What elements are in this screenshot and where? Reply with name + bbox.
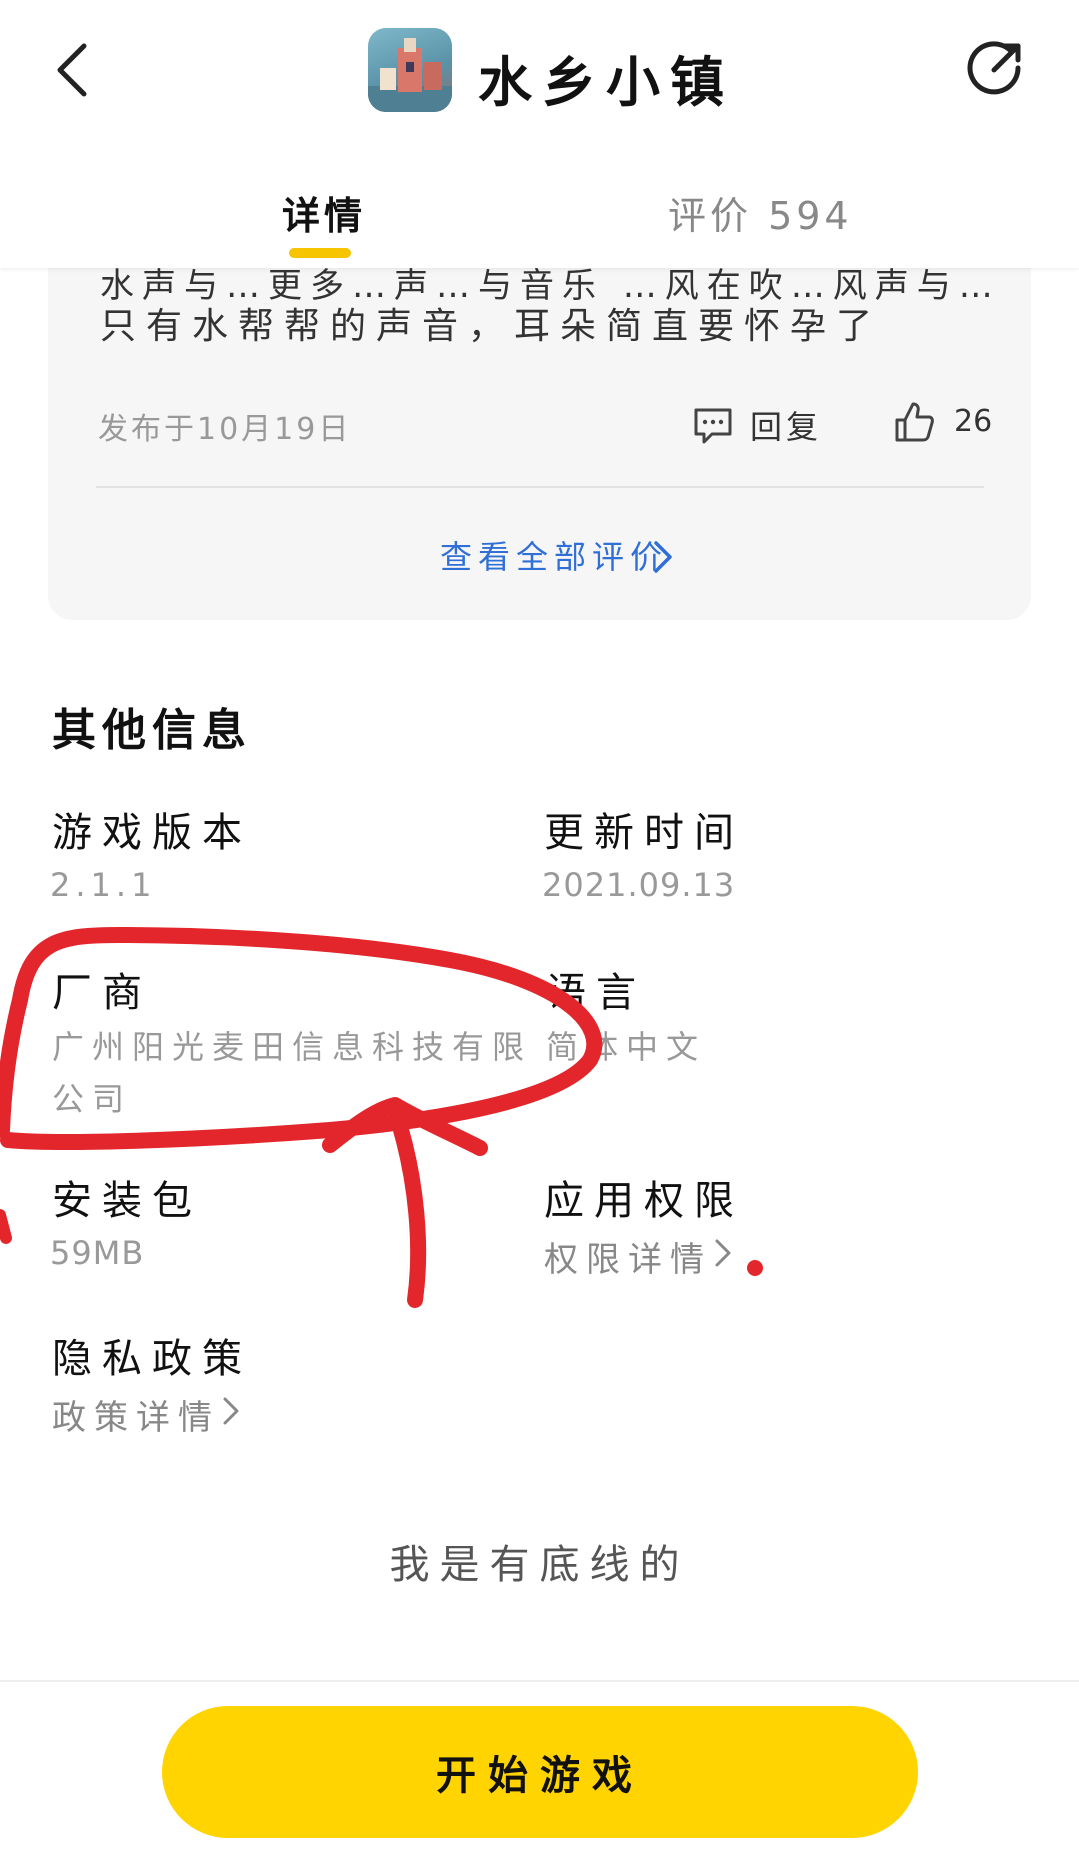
chevron-right-icon[interactable] xyxy=(652,539,674,575)
package-value: 59MB xyxy=(50,1234,145,1272)
privacy-policy-link[interactable]: 政策详情 xyxy=(52,1390,220,1439)
end-of-list-text: 我是有底线的 xyxy=(389,1542,690,1588)
reply-button[interactable]: 回复 xyxy=(750,402,822,448)
app-title: 水乡小镇 xyxy=(478,50,734,114)
view-all-reviews-link[interactable]: 查看全部评价 xyxy=(440,532,668,578)
app-header: 水乡小镇 详情 评价 594 xyxy=(0,0,1079,268)
back-chevron-icon[interactable] xyxy=(52,40,92,100)
tab-active-indicator xyxy=(289,248,351,258)
review-text: 只有水帮帮的声音，耳朵简直要怀孕了 xyxy=(100,306,883,347)
thumbs-up-icon[interactable] xyxy=(893,400,935,444)
chevron-right-icon[interactable] xyxy=(714,1238,732,1268)
privacy-policy-label: 隐私政策 xyxy=(52,1336,252,1382)
language-value: 简体中文 xyxy=(546,1028,707,1066)
tab-details[interactable]: 详情 xyxy=(282,185,366,240)
chevron-right-icon[interactable] xyxy=(222,1396,240,1426)
app-icon xyxy=(368,28,452,112)
vendor-value-line1: 广州阳光麦田信息科技有限 xyxy=(52,1028,533,1066)
card-divider xyxy=(96,486,984,488)
language-label: 语言 xyxy=(546,970,646,1016)
review-date: 发布于10月19日 xyxy=(98,412,352,447)
vendor-value-line2: 公司 xyxy=(52,1080,133,1118)
like-count[interactable]: 26 xyxy=(954,404,992,439)
game-version-label: 游戏版本 xyxy=(52,810,252,856)
permissions-details-link[interactable]: 权限详情 xyxy=(544,1232,712,1281)
share-icon[interactable] xyxy=(966,38,1026,98)
section-title-other-info: 其他信息 xyxy=(52,705,252,756)
comment-icon[interactable] xyxy=(692,406,734,446)
update-time-value: 2021.09.13 xyxy=(542,866,736,904)
update-time-label: 更新时间 xyxy=(544,810,744,856)
package-label: 安装包 xyxy=(52,1178,202,1224)
game-version-value: 2.1.1 xyxy=(50,866,157,904)
tab-reviews[interactable]: 评价 594 xyxy=(668,185,853,240)
vendor-label: 厂商 xyxy=(52,970,152,1016)
start-game-button[interactable]: 开始游戏 xyxy=(162,1706,918,1838)
permissions-label: 应用权限 xyxy=(544,1178,744,1224)
